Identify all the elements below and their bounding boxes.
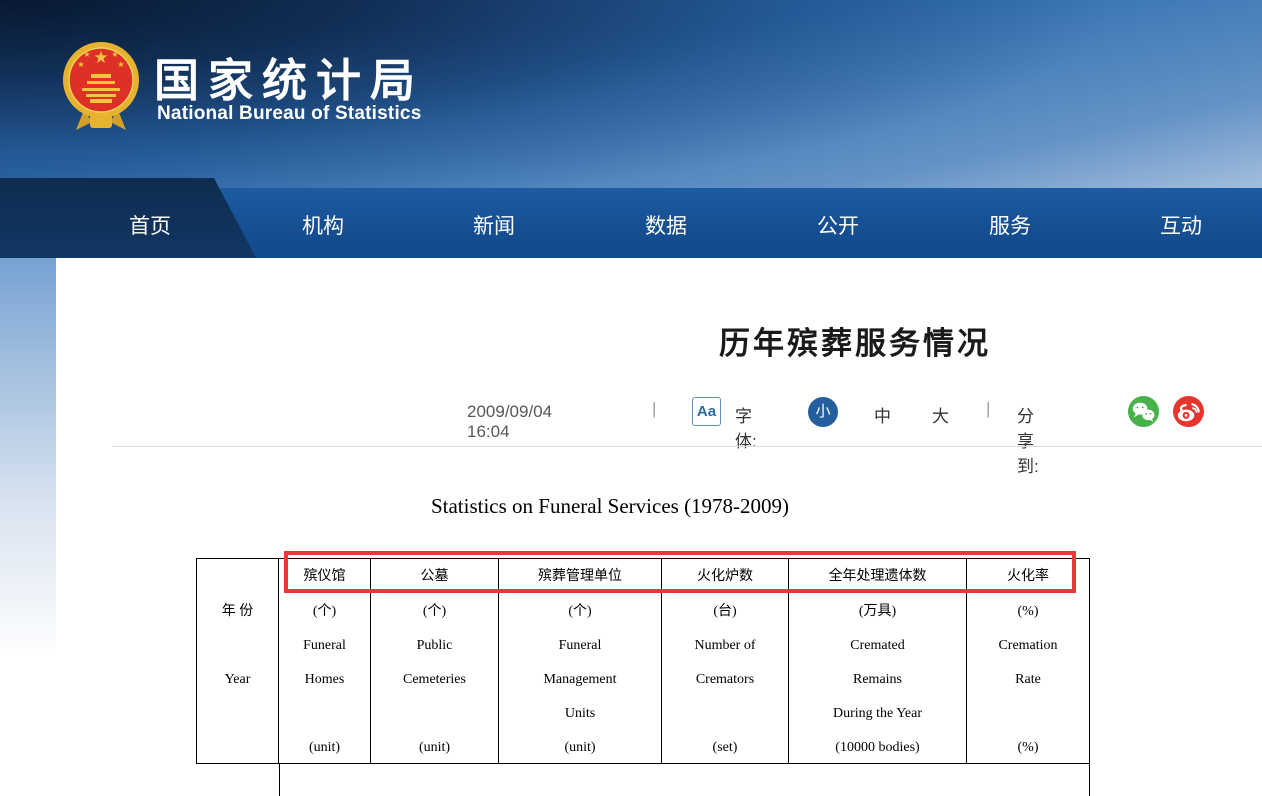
meta-separator: | xyxy=(652,399,656,419)
cell-line: Management xyxy=(499,663,661,697)
svg-text:★: ★ xyxy=(93,48,108,67)
svg-text:★: ★ xyxy=(111,50,118,59)
cell-line xyxy=(371,697,498,731)
cell-line: (set) xyxy=(662,731,788,765)
wechat-icon[interactable] xyxy=(1128,396,1159,427)
nav-item-home[interactable]: 首页 xyxy=(129,210,171,240)
table-column-year: 年 份 Year xyxy=(197,559,279,763)
cell-line xyxy=(967,697,1089,731)
page-title: 历年殡葬服务情况 xyxy=(610,318,1100,363)
cell-line: Number of xyxy=(662,629,788,663)
cell-line: (个) xyxy=(279,595,370,629)
cell-line: Rate xyxy=(967,663,1089,697)
cell-line: Homes xyxy=(279,663,370,697)
publish-date: 2009/09/04 16:04 xyxy=(467,402,552,442)
cell-line: Funeral xyxy=(499,629,661,663)
cell-line xyxy=(197,629,278,663)
cell-line xyxy=(197,731,278,765)
active-tab-highlight xyxy=(0,178,256,258)
svg-text:★: ★ xyxy=(117,60,124,69)
cell-line: (unit) xyxy=(279,731,370,765)
cell-line: Units xyxy=(499,697,661,731)
table-divider-extension xyxy=(279,764,280,796)
cell-line: Cremation xyxy=(967,629,1089,663)
cell-line: (10000 bodies) xyxy=(789,731,966,765)
table-border-extension xyxy=(1089,764,1090,796)
site-title-en: National Bureau of Statistics xyxy=(157,103,421,125)
font-size-large-button[interactable]: 大 xyxy=(932,402,949,427)
nav-item-services[interactable]: 服务 xyxy=(989,210,1031,240)
meta-divider-line xyxy=(112,446,1262,447)
table-title: Statistics on Funeral Services (1978-200… xyxy=(310,494,910,519)
cell-line: During the Year xyxy=(789,697,966,731)
column-header xyxy=(197,559,278,595)
cell-line: Funeral xyxy=(279,629,370,663)
page: ★ ★ ★ ★ ★ 国家统计局 National Bureau of Stati… xyxy=(0,0,1262,796)
nav-item-news[interactable]: 新闻 xyxy=(473,210,515,240)
nav-item-institution[interactable]: 机构 xyxy=(302,210,344,240)
svg-text:★: ★ xyxy=(83,50,90,59)
font-size-icon[interactable]: Aa xyxy=(692,397,721,426)
font-size-label: 字体: xyxy=(735,402,757,452)
site-header: ★ ★ ★ ★ ★ 国家统计局 National Bureau of Stati… xyxy=(0,0,1262,188)
nav-item-data[interactable]: 数据 xyxy=(645,210,687,240)
cell-line: (unit) xyxy=(499,731,661,765)
cell-line: Cremated xyxy=(789,629,966,663)
cell-line: Public xyxy=(371,629,498,663)
weibo-icon[interactable] xyxy=(1173,396,1204,427)
site-title-zh: 国家统计局 xyxy=(154,44,424,109)
cell-line: (%) xyxy=(967,595,1089,629)
china-national-emblem-icon: ★ ★ ★ ★ ★ xyxy=(62,38,140,134)
svg-text:★: ★ xyxy=(77,60,84,69)
nav-item-interaction[interactable]: 互动 xyxy=(1160,210,1202,240)
cell-line xyxy=(662,697,788,731)
cell-line: Cemeteries xyxy=(371,663,498,697)
cell-line xyxy=(197,697,278,731)
left-gradient-strip xyxy=(0,258,56,658)
cell-line xyxy=(279,697,370,731)
cell-line: Remains xyxy=(789,663,966,697)
cell-line: Cremators xyxy=(662,663,788,697)
font-size-small-button[interactable]: 小 xyxy=(808,397,838,427)
share-to-label: 分享到: xyxy=(1017,402,1039,477)
cell-line: 年 份 xyxy=(197,595,278,629)
cell-line: (unit) xyxy=(371,731,498,765)
cell-line: (台) xyxy=(662,595,788,629)
cell-line: (%) xyxy=(967,731,1089,765)
nav-item-disclosure[interactable]: 公开 xyxy=(817,210,859,240)
cell-line: (个) xyxy=(371,595,498,629)
red-highlight-annotation xyxy=(284,551,1076,593)
cell-line: Year xyxy=(197,663,278,697)
cell-line: (万具) xyxy=(789,595,966,629)
font-size-medium-button[interactable]: 中 xyxy=(874,402,891,427)
meta-separator: | xyxy=(986,399,990,419)
cell-line: (个) xyxy=(499,595,661,629)
